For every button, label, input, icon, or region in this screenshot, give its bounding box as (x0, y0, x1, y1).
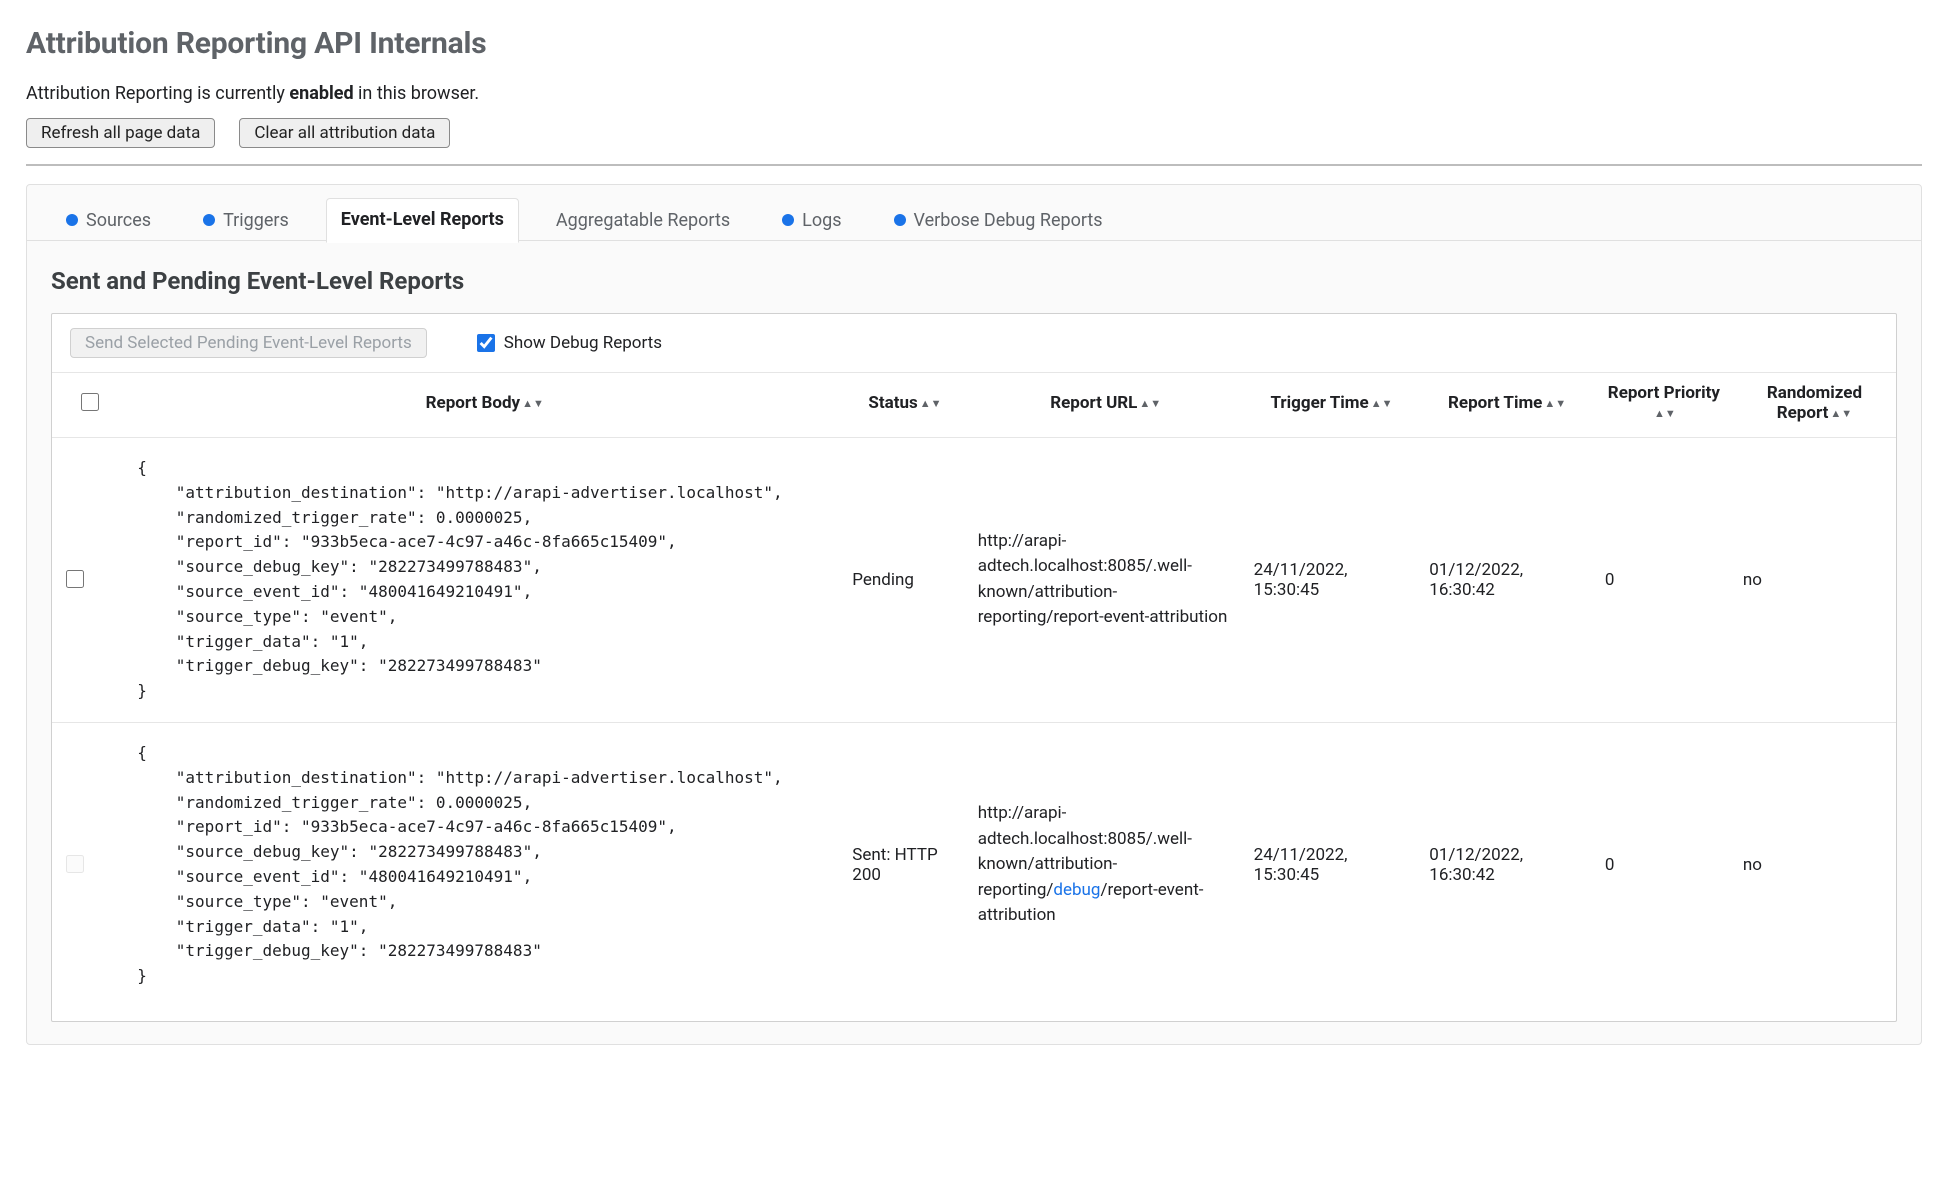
tab-label: Logs (802, 210, 841, 231)
url-debug-segment: debug (1053, 880, 1100, 900)
report-body-json: { "attribution_destination": "http://ara… (137, 741, 832, 989)
show-debug-label: Show Debug Reports (504, 333, 662, 353)
show-debug-checkbox[interactable] (477, 334, 495, 352)
cell-report-body: { "attribution_destination": "http://ara… (127, 438, 842, 723)
col-label: Trigger Time (1270, 393, 1368, 413)
row-select-cell (52, 722, 127, 1006)
cell-report-time: 01/12/2022, 16:30:42 (1419, 722, 1595, 1006)
report-body-json: { "attribution_destination": "http://ara… (137, 456, 832, 704)
cell-report-priority: 0 (1595, 722, 1733, 1006)
sort-icon: ▲▼ (1544, 397, 1566, 410)
cell-report-time: 01/12/2022, 16:30:42 (1419, 438, 1595, 723)
section-title: Sent and Pending Event-Level Reports (51, 267, 1897, 295)
tab-row: Sources Triggers Event-Level Reports Agg… (27, 185, 1921, 241)
reports-table: Report Body▲▼ Status▲▼ Report URL▲▼ Trig… (52, 373, 1896, 1007)
table-wrap: Send Selected Pending Event-Level Report… (51, 313, 1897, 1022)
cell-randomized-report: no (1733, 438, 1896, 723)
tabs-region: Sources Triggers Event-Level Reports Agg… (26, 184, 1922, 1045)
col-trigger-time[interactable]: Trigger Time▲▼ (1244, 373, 1420, 438)
tab-triggers[interactable]: Triggers (188, 199, 304, 243)
col-report-url[interactable]: Report URL▲▼ (968, 373, 1244, 438)
cell-trigger-time: 24/11/2022, 15:30:45 (1244, 722, 1420, 1006)
status-state: enabled (289, 83, 353, 104)
tab-label: Event-Level Reports (341, 209, 504, 230)
panel-inner: Sent and Pending Event-Level Reports Sen… (27, 241, 1921, 1022)
sort-icon: ▲▼ (1371, 397, 1393, 410)
send-selected-button[interactable]: Send Selected Pending Event-Level Report… (70, 328, 427, 358)
col-report-body[interactable]: Report Body▲▼ (127, 373, 842, 438)
tab-label: Verbose Debug Reports (914, 210, 1103, 231)
tab-verbose-debug-reports[interactable]: Verbose Debug Reports (879, 199, 1118, 243)
col-report-priority[interactable]: Report Priority ▲▼ (1595, 373, 1733, 438)
col-status[interactable]: Status▲▼ (842, 373, 967, 438)
col-label: Report Priority (1608, 383, 1720, 403)
col-label: Status (868, 393, 917, 413)
cell-status: Pending (842, 438, 967, 723)
cell-randomized-report: no (1733, 722, 1896, 1006)
dot-icon (894, 214, 906, 226)
col-randomized-report[interactable]: Randomized Report▲▼ (1733, 373, 1896, 438)
dot-icon (203, 214, 215, 226)
row-select-cell (52, 438, 127, 723)
top-button-row: Refresh all page data Clear all attribut… (26, 118, 1922, 148)
tab-label: Sources (86, 210, 151, 231)
row-select-checkbox[interactable] (66, 570, 84, 588)
cell-trigger-time: 24/11/2022, 15:30:45 (1244, 438, 1420, 723)
sort-icon: ▲▼ (522, 397, 544, 410)
col-label: Report Time (1448, 393, 1542, 413)
col-select-all[interactable] (52, 373, 127, 438)
dot-icon (66, 214, 78, 226)
dot-icon (782, 214, 794, 226)
tab-sources[interactable]: Sources (51, 199, 166, 243)
table-row: { "attribution_destination": "http://ara… (52, 438, 1896, 723)
tab-logs[interactable]: Logs (767, 199, 856, 243)
refresh-button[interactable]: Refresh all page data (26, 118, 215, 148)
table-row: { "attribution_destination": "http://ara… (52, 722, 1896, 1006)
sort-icon: ▲▼ (1654, 407, 1676, 420)
tab-label: Triggers (223, 210, 289, 231)
status-prefix: Attribution Reporting is currently (26, 83, 289, 104)
row-select-checkbox[interactable] (66, 855, 84, 873)
tab-event-level-reports[interactable]: Event-Level Reports (326, 198, 519, 243)
cell-report-url: http://arapi-adtech.localhost:8085/.well… (968, 438, 1244, 723)
sort-icon: ▲▼ (1139, 397, 1161, 410)
tab-label: Aggregatable Reports (556, 210, 730, 231)
tab-aggregatable-reports[interactable]: Aggregatable Reports (541, 199, 745, 243)
col-label: Report Body (426, 393, 520, 413)
url-text: http://arapi-adtech.localhost:8085/.well… (978, 531, 1228, 628)
controls-row: Send Selected Pending Event-Level Report… (52, 314, 1896, 373)
col-label: Report URL (1050, 393, 1137, 413)
clear-button[interactable]: Clear all attribution data (239, 118, 450, 148)
cell-report-priority: 0 (1595, 438, 1733, 723)
separator (26, 164, 1922, 166)
page-title: Attribution Reporting API Internals (26, 26, 1922, 61)
status-suffix: in this browser. (354, 83, 480, 104)
select-all-checkbox[interactable] (81, 393, 99, 411)
cell-report-url: http://arapi-adtech.localhost:8085/.well… (968, 722, 1244, 1006)
table-header-row: Report Body▲▼ Status▲▼ Report URL▲▼ Trig… (52, 373, 1896, 438)
status-line: Attribution Reporting is currently enabl… (26, 83, 1922, 104)
sort-icon: ▲▼ (1830, 407, 1852, 420)
cell-status: Sent: HTTP 200 (842, 722, 967, 1006)
col-report-time[interactable]: Report Time▲▼ (1419, 373, 1595, 438)
sort-icon: ▲▼ (920, 397, 942, 410)
cell-report-body: { "attribution_destination": "http://ara… (127, 722, 842, 1006)
show-debug-reports-toggle[interactable]: Show Debug Reports (473, 331, 662, 355)
